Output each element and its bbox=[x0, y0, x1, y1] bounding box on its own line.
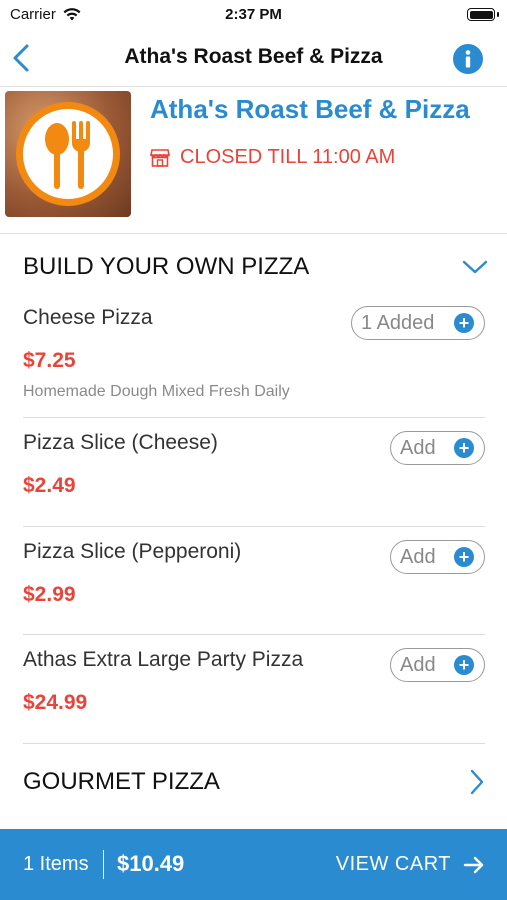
item-name: Athas Extra Large Party Pizza bbox=[23, 648, 304, 671]
restaurant-logo bbox=[5, 91, 131, 217]
status-text: CLOSED TILL 11:00 AM bbox=[180, 146, 396, 168]
status-bar: Carrier 2:37 PM bbox=[0, 0, 507, 32]
menu-item[interactable]: Pizza Slice (Pepperoni) $2.99 Add + bbox=[23, 540, 485, 620]
store-status: CLOSED TILL 11:00 AM bbox=[150, 146, 395, 169]
utensils-icon bbox=[45, 121, 90, 189]
chevron-down-icon[interactable] bbox=[462, 258, 488, 276]
chevron-right-icon[interactable] bbox=[468, 768, 486, 796]
category-title[interactable]: BUILD YOUR OWN PIZZA bbox=[23, 253, 309, 281]
add-button[interactable]: Add + bbox=[390, 540, 485, 574]
item-price: $24.99 bbox=[23, 691, 88, 714]
plus-icon: + bbox=[454, 547, 474, 567]
plus-icon: + bbox=[454, 655, 474, 675]
info-button[interactable] bbox=[453, 44, 483, 74]
page-title: Atha's Roast Beef & Pizza bbox=[124, 45, 383, 68]
item-description: Homemade Dough Mixed Fresh Daily bbox=[23, 383, 290, 400]
restaurant-name: Atha's Roast Beef & Pizza bbox=[150, 94, 470, 124]
add-button[interactable]: Add + bbox=[390, 431, 485, 465]
info-icon bbox=[465, 50, 471, 68]
cart-item-count: 1 Items bbox=[23, 853, 89, 875]
back-chevron-icon[interactable] bbox=[10, 42, 34, 74]
add-button-label: 1 Added bbox=[361, 311, 435, 334]
item-name: Cheese Pizza bbox=[23, 306, 153, 329]
cart-bar[interactable]: 1 Items $10.49 VIEW CART bbox=[0, 829, 507, 900]
plus-icon: + bbox=[454, 313, 474, 333]
divider bbox=[23, 743, 485, 744]
cart-separator bbox=[103, 850, 104, 879]
item-price: $2.99 bbox=[23, 583, 76, 606]
arrow-right-icon bbox=[463, 856, 484, 873]
view-cart-button[interactable]: VIEW CART bbox=[336, 853, 485, 876]
divider bbox=[23, 417, 485, 418]
menu-item[interactable]: Pizza Slice (Cheese) $2.49 Add + bbox=[23, 431, 485, 511]
menu-item[interactable]: Athas Extra Large Party Pizza $24.99 Add… bbox=[23, 648, 485, 728]
added-button[interactable]: 1 Added + bbox=[351, 306, 485, 340]
cart-total: $10.49 bbox=[117, 851, 185, 876]
view-cart-label: VIEW CART bbox=[335, 853, 451, 875]
item-name: Pizza Slice (Cheese) bbox=[23, 431, 218, 454]
menu-item[interactable]: Cheese Pizza $7.25 Homemade Dough Mixed … bbox=[23, 306, 485, 406]
add-button-label: Add bbox=[400, 436, 436, 459]
category-title[interactable]: GOURMET PIZZA bbox=[23, 768, 220, 796]
plus-icon: + bbox=[454, 438, 474, 458]
divider bbox=[23, 526, 485, 527]
add-button-label: Add bbox=[400, 653, 436, 676]
item-name: Pizza Slice (Pepperoni) bbox=[23, 540, 242, 563]
clock: 2:37 PM bbox=[225, 6, 282, 23]
navigation-bar: Atha's Roast Beef & Pizza bbox=[0, 32, 507, 87]
item-price: $2.49 bbox=[23, 474, 76, 497]
battery-icon bbox=[467, 8, 499, 21]
item-price: $7.25 bbox=[23, 349, 76, 372]
add-button-label: Add bbox=[400, 545, 436, 568]
add-button[interactable]: Add + bbox=[390, 648, 485, 682]
store-icon bbox=[150, 148, 170, 167]
restaurant-header: Atha's Roast Beef & Pizza CLOSED TILL 11… bbox=[0, 86, 507, 234]
divider bbox=[23, 634, 485, 635]
